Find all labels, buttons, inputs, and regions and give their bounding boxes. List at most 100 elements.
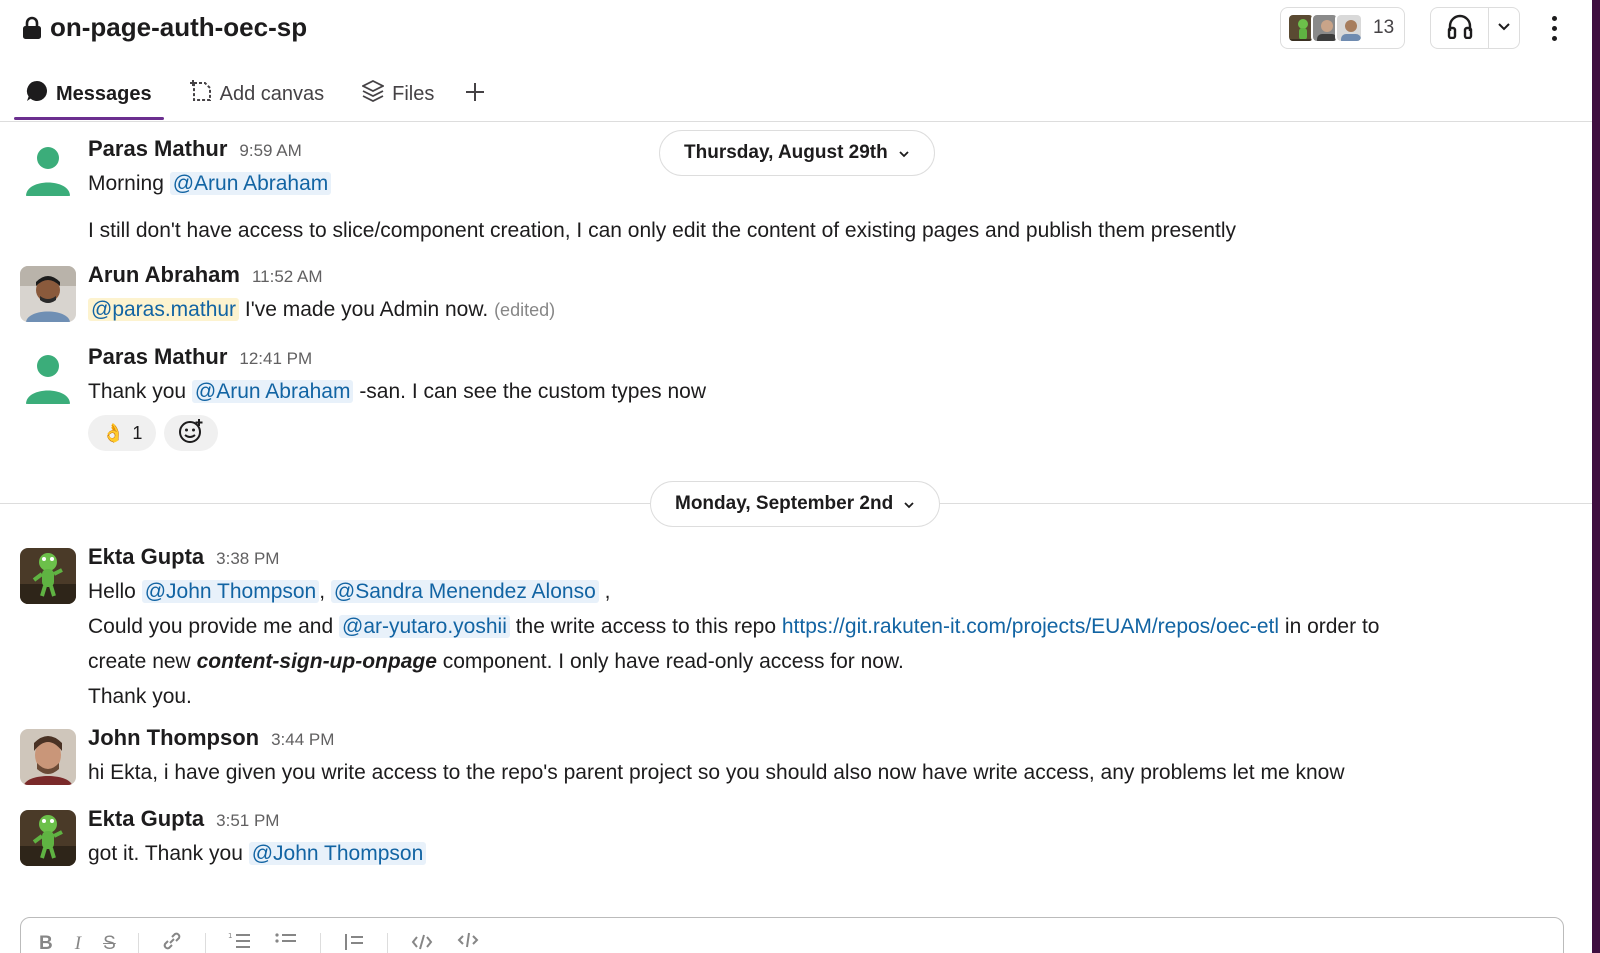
edited-label: (edited)	[494, 300, 556, 320]
message-meta: Paras Mathur 9:59 AM	[88, 136, 1580, 166]
blockquote-icon[interactable]	[343, 930, 365, 953]
code-icon[interactable]	[410, 930, 434, 953]
message-body: Paras Mathur 12:41 PM Thank you @Arun Ab…	[88, 344, 1580, 451]
link-icon[interactable]	[161, 930, 183, 953]
huddle-button-group	[1430, 7, 1520, 49]
user-mention[interactable]: @ar-yutaro.yoshii	[339, 615, 510, 638]
message-meta: Ekta Gupta 3:51 PM	[88, 806, 1580, 836]
toolbar-separator	[137, 933, 139, 953]
message[interactable]: John Thompson 3:44 PM hi Ekta, i have gi…	[20, 725, 1580, 795]
user-mention[interactable]: @paras.mathur	[88, 298, 240, 321]
tab-label: Files	[392, 82, 435, 105]
message-body: Paras Mathur 9:59 AM Morning @Arun Abrah…	[88, 136, 1580, 248]
message[interactable]: Paras Mathur 12:41 PM Thank you @Arun Ab…	[20, 344, 1580, 454]
text-segment: ,	[604, 580, 611, 603]
text-segment: Could you provide me and	[88, 615, 334, 638]
svg-text:1: 1	[228, 932, 232, 940]
emphasis-text: content-sign-up-onpage	[196, 650, 437, 673]
repo-link[interactable]: https://git.rakuten-it.com/projects/EUAM…	[782, 615, 1279, 638]
user-mention[interactable]: @Sandra Menendez Alonso	[330, 580, 599, 603]
avatar	[20, 140, 76, 196]
timestamp[interactable]: 9:59 AM	[239, 141, 301, 161]
message-meta: Paras Mathur 12:41 PM	[88, 344, 1580, 374]
message-meta: Ekta Gupta 3:38 PM	[88, 544, 1580, 574]
italic-button[interactable]: I	[75, 933, 81, 953]
huddle-button[interactable]	[1431, 8, 1489, 48]
message[interactable]: Paras Mathur 9:59 AM Morning @Arun Abrah…	[20, 136, 1580, 246]
text-segment: -san. I can see the custom types now	[359, 380, 706, 403]
message-text: @paras.mathur I've made you Admin now. (…	[88, 292, 1580, 328]
ordered-list-icon[interactable]: 1	[228, 930, 252, 953]
tab-add-canvas[interactable]: Add canvas	[178, 70, 337, 118]
toolbar-separator	[386, 933, 388, 953]
message-body: Ekta Gupta 3:38 PM Hello @John Thompson,…	[88, 544, 1580, 714]
text-segment: Thank you	[88, 380, 187, 403]
author-name[interactable]: Ekta Gupta	[88, 544, 204, 570]
add-tab-button[interactable]	[456, 70, 494, 118]
message-text: got it. Thank you @John Thompson	[88, 836, 1580, 871]
avatar	[20, 810, 76, 866]
message-text: Morning @Arun Abraham	[88, 166, 1580, 201]
tab-messages[interactable]: Messages	[14, 70, 164, 120]
author-name[interactable]: Ekta Gupta	[88, 806, 204, 832]
files-layers-icon	[361, 79, 386, 109]
member-count: 13	[1373, 17, 1395, 38]
user-mention[interactable]: @Arun Abraham	[191, 380, 354, 403]
timestamp[interactable]: 11:52 AM	[252, 267, 323, 287]
user-mention[interactable]: @John Thompson	[248, 842, 427, 865]
timestamp[interactable]: 12:41 PM	[239, 349, 312, 369]
message[interactable]: Ekta Gupta 3:51 PM got it. Thank you @Jo…	[20, 806, 1580, 876]
message[interactable]: Ekta Gupta 3:38 PM Hello @John Thompson,…	[20, 544, 1580, 716]
author-name[interactable]: John Thompson	[88, 725, 259, 751]
channel-name: on-page-auth-oec-sp	[50, 12, 308, 42]
message-bubble-icon	[26, 80, 48, 108]
text-segment: in order to	[1284, 615, 1380, 638]
avatar	[20, 548, 76, 604]
lock-icon	[22, 16, 42, 40]
user-mention[interactable]: @John Thompson	[141, 580, 320, 603]
message-meta: John Thompson 3:44 PM	[88, 725, 1580, 755]
code-block-icon[interactable]	[456, 930, 480, 953]
author-name[interactable]: Paras Mathur	[88, 344, 227, 370]
message-body: Arun Abraham 11:52 AM @paras.mathur I've…	[88, 262, 1580, 328]
message[interactable]: Arun Abraham 11:52 AM @paras.mathur I've…	[20, 262, 1580, 332]
message-text: hi Ekta, i have given you write access t…	[88, 761, 1345, 784]
avatar	[20, 348, 76, 404]
date-divider-button[interactable]: Monday, September 2nd	[650, 481, 941, 527]
user-mention[interactable]: @Arun Abraham	[169, 172, 332, 195]
add-emoji-icon	[178, 418, 204, 449]
plus-icon	[464, 81, 486, 108]
avatar	[1335, 13, 1363, 43]
more-options-button[interactable]	[1543, 12, 1565, 44]
text-segment: Morning	[88, 172, 164, 195]
channel-title[interactable]: on-page-auth-oec-sp	[22, 12, 307, 43]
members-button[interactable]: 13	[1280, 7, 1406, 49]
text-segment: ,	[319, 580, 326, 603]
timestamp[interactable]: 3:44 PM	[271, 730, 334, 750]
add-reaction-button[interactable]	[164, 415, 219, 451]
tab-label: Add canvas	[219, 82, 325, 105]
kebab-dot	[1551, 25, 1557, 31]
strikethrough-button[interactable]: S	[103, 933, 116, 953]
huddle-options-button[interactable]	[1489, 19, 1519, 37]
timestamp[interactable]: 3:38 PM	[216, 549, 279, 569]
message-composer[interactable]: B I S 1	[20, 917, 1564, 953]
text-segment: got it. Thank you	[88, 842, 243, 865]
text-segment: I've made you Admin now.	[244, 298, 489, 321]
message-body: Ekta Gupta 3:51 PM got it. Thank you @Jo…	[88, 806, 1580, 871]
kebab-dot	[1551, 35, 1557, 41]
reaction-pill[interactable]: 👌 1	[88, 415, 157, 451]
message-feed: Thursday, August 29th Paras Mathur 9:59 …	[0, 122, 1592, 912]
text-segment: component. I only have read-only access …	[442, 650, 904, 673]
message-text: Hello @John Thompson, @Sandra Menendez A…	[88, 574, 1580, 609]
formatting-toolbar: B I S 1	[39, 930, 480, 953]
bold-button[interactable]: B	[39, 933, 53, 953]
message-meta: Arun Abraham 11:52 AM	[88, 262, 1580, 292]
toolbar-separator	[204, 933, 206, 953]
author-name[interactable]: Arun Abraham	[88, 262, 240, 288]
headphones-icon	[1446, 13, 1474, 44]
timestamp[interactable]: 3:51 PM	[216, 811, 279, 831]
author-name[interactable]: Paras Mathur	[88, 136, 227, 162]
tab-files[interactable]: Files	[350, 70, 446, 118]
bulleted-list-icon[interactable]	[274, 930, 298, 953]
